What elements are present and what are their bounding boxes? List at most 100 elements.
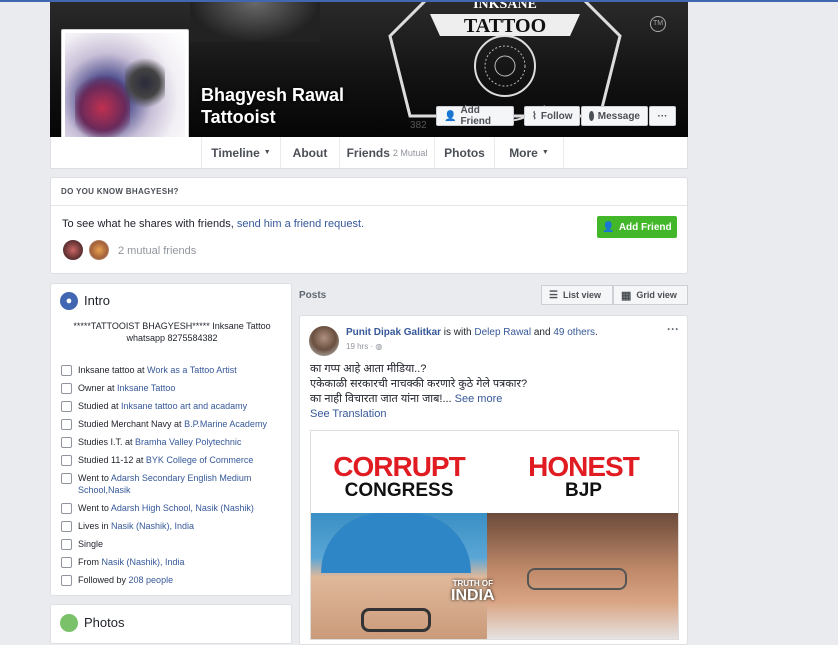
profile-name-line1: Bhagyesh Rawal bbox=[201, 85, 345, 105]
honest-text: HONEST bbox=[528, 451, 640, 482]
intro-item-icon bbox=[61, 539, 72, 550]
tab-timeline[interactable]: Timeline ▼ bbox=[201, 137, 280, 168]
intro-item-prefix: Went to bbox=[78, 473, 111, 483]
dyk-add-friend-button[interactable]: 👤 Add Friend bbox=[597, 216, 677, 238]
intro-item-prefix: From bbox=[78, 557, 102, 567]
post-body: का गप्प आहे आता मीडिया..? एकेकाळी सरकारच… bbox=[310, 362, 527, 422]
intro-item-text: Studied 11-12 at BYK College of Commerce bbox=[78, 454, 253, 466]
post-tag-link[interactable]: Delep Rawal bbox=[474, 327, 531, 338]
friend-request-link[interactable]: send him a friend request. bbox=[237, 218, 364, 230]
intro-bio: *****TATTOOIST BHAGYESH***** Inksane Tat… bbox=[73, 321, 271, 343]
intro-item-prefix: Studies I.T. at bbox=[78, 437, 136, 447]
intro-item: Single bbox=[61, 538, 281, 550]
intro-item-prefix: Studied at bbox=[78, 401, 122, 411]
tab-friends-label: Friends bbox=[346, 145, 390, 160]
intro-item-prefix: Single bbox=[78, 539, 104, 549]
post-image[interactable]: CORRUPT CONGRESS HONEST BJP TRUTH OF IND… bbox=[310, 430, 679, 640]
post-is-with: is with bbox=[441, 327, 475, 338]
watermark: TRUTH OF INDIA bbox=[451, 579, 495, 604]
watermark-bottom: INDIA bbox=[451, 587, 495, 604]
congress-text: CONGRESS bbox=[344, 480, 454, 501]
intro-item-text: From Nasik (Nashik), India bbox=[78, 556, 185, 568]
mutual-friend-avatar[interactable] bbox=[61, 238, 85, 262]
intro-item-icon bbox=[61, 575, 72, 586]
post-card: Punit Dipak Galitkar is with Delep Rawal… bbox=[299, 315, 688, 645]
do-you-know-card: DO YOU KNOW BHAGYESH? To see what he sha… bbox=[50, 177, 688, 274]
intro-item-icon bbox=[61, 419, 72, 430]
more-dots-icon: ··· bbox=[657, 110, 668, 122]
dyk-text: To see what he shares with friends, send… bbox=[62, 218, 364, 230]
grid-view-button[interactable]: ▦ Grid view bbox=[613, 285, 688, 305]
intro-item-link[interactable]: Inksane Tattoo bbox=[117, 383, 175, 393]
tab-more[interactable]: More ▼ bbox=[494, 137, 564, 168]
right-photo bbox=[487, 513, 678, 639]
intro-item: Studied 11-12 at BYK College of Commerce bbox=[61, 454, 281, 466]
message-label: Message bbox=[597, 110, 640, 122]
intro-item-link[interactable]: Inksane tattoo art and acadamy bbox=[121, 401, 247, 411]
message-button[interactable]: Message bbox=[581, 106, 648, 126]
intro-item: Inksane tattoo at Work as a Tattoo Artis… bbox=[61, 364, 281, 376]
more-options-button[interactable]: ··· bbox=[649, 106, 676, 126]
post-period: . bbox=[595, 327, 598, 338]
glasses-shape bbox=[361, 608, 431, 632]
post-author-link[interactable]: Punit Dipak Galitkar bbox=[346, 327, 441, 338]
post-menu-button[interactable]: ··· bbox=[667, 322, 679, 336]
intro-item-prefix: Followed by bbox=[78, 575, 129, 585]
intro-item-link[interactable]: B.P.Marine Academy bbox=[184, 419, 267, 429]
intro-item-text: Followed by 208 people bbox=[78, 574, 173, 586]
post-timestamp[interactable]: 19 hrs · ◍ bbox=[346, 342, 382, 351]
intro-item: Followed by 208 people bbox=[61, 574, 281, 586]
dyk-heading: DO YOU KNOW BHAGYESH? bbox=[51, 178, 687, 206]
follow-button[interactable]: ⌇ Follow bbox=[524, 106, 580, 126]
intro-item-icon bbox=[61, 455, 72, 466]
tab-about-label: About bbox=[292, 145, 328, 160]
post-author-avatar[interactable] bbox=[309, 326, 339, 356]
honest-panel: HONEST BJP bbox=[487, 431, 678, 511]
intro-item-link[interactable]: Work as a Tattoo Artist bbox=[147, 365, 237, 375]
post-and: and bbox=[531, 327, 554, 338]
intro-item-text: Owner at Inksane Tattoo bbox=[78, 382, 175, 394]
intro-item-icon bbox=[61, 437, 72, 448]
audience-globe-icon: ◍ bbox=[375, 342, 383, 351]
person-silhouette-shape bbox=[125, 53, 165, 113]
intro-item-prefix: Studied 11-12 at bbox=[78, 455, 146, 465]
list-view-button[interactable]: ☰ List view bbox=[541, 285, 613, 305]
tab-more-label: More bbox=[509, 145, 538, 160]
intro-item-icon bbox=[61, 473, 72, 484]
intro-item-link[interactable]: Nasik (Nashik), India bbox=[111, 521, 194, 531]
corrupt-text: CORRUPT bbox=[333, 451, 465, 482]
tab-photos[interactable]: Photos bbox=[434, 137, 494, 168]
post-time: 19 hrs · bbox=[346, 342, 376, 351]
intro-item-link[interactable]: BYK College of Commerce bbox=[146, 455, 254, 465]
tab-about[interactable]: About bbox=[280, 137, 339, 168]
post-line-3: का नाही विचारता जात यांना जाब!... bbox=[310, 393, 452, 405]
intro-item: Lives in Nasik (Nashik), India bbox=[61, 520, 281, 532]
intro-item-prefix: Lives in bbox=[78, 521, 112, 531]
post-others-link[interactable]: 49 others bbox=[553, 327, 595, 338]
intro-item-link[interactable]: 208 people bbox=[129, 575, 174, 585]
intro-item-text: Lives in Nasik (Nashik), India bbox=[78, 520, 194, 532]
profile-name[interactable]: Bhagyesh Rawal Tattooist bbox=[201, 84, 344, 128]
messenger-icon bbox=[589, 111, 594, 121]
profile-name-line2: Tattooist bbox=[201, 107, 276, 127]
intro-item-icon bbox=[61, 521, 72, 532]
intro-item-text: Single bbox=[78, 538, 103, 550]
intro-item-text: Studied Merchant Navy at B.P.Marine Acad… bbox=[78, 418, 267, 430]
list-view-label: List view bbox=[562, 290, 601, 300]
see-more-link[interactable]: See more bbox=[452, 393, 503, 405]
trademark-mark: TM bbox=[650, 16, 666, 32]
intro-item-link[interactable]: Nasik (Nashik), India bbox=[102, 557, 185, 567]
mutual-friend-avatar[interactable] bbox=[87, 238, 111, 262]
post-line-1: का गप्प आहे आता मीडिया..? bbox=[310, 363, 427, 375]
tab-friends[interactable]: Friends 2 Mutual bbox=[339, 137, 434, 168]
add-friend-icon: 👤 bbox=[602, 221, 615, 233]
intro-item-icon bbox=[61, 401, 72, 412]
cover-add-friend-button[interactable]: 👤 Add Friend bbox=[436, 105, 514, 127]
see-translation-link[interactable]: See Translation bbox=[310, 407, 527, 422]
logo-brand: TATTOO bbox=[464, 15, 546, 37]
logo-partial-text: 382 bbox=[410, 120, 427, 131]
list-view-icon: ☰ bbox=[549, 289, 558, 301]
intro-item-link[interactable]: Bramha Valley Polytechnic bbox=[135, 437, 241, 447]
intro-item-link[interactable]: Adarsh High School, Nasik (Nashik) bbox=[111, 503, 254, 513]
mutual-friends-count[interactable]: 2 mutual friends bbox=[118, 245, 196, 257]
